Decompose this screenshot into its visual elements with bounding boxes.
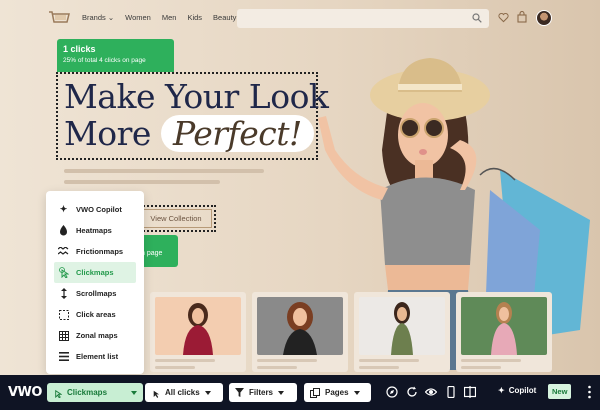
text-placeholder xyxy=(64,169,264,173)
page-headline: Make Your Look More Perfect! xyxy=(64,77,329,152)
menu-item-zonal-maps[interactable]: Zonal maps xyxy=(46,325,144,346)
text-placeholder xyxy=(155,359,215,362)
filter-icon xyxy=(235,388,244,397)
product-card[interactable] xyxy=(456,292,552,372)
menu-item-label: Scrollmaps xyxy=(76,289,117,298)
heatmap-toolbar: VWO Clickmaps All clicks Filters Pages ✦… xyxy=(0,375,600,410)
scroll-icon xyxy=(58,288,69,299)
website-preview: Brands ⌄ Women Men Kids Beauty 1 clicks … xyxy=(0,0,600,410)
chevron-down-icon xyxy=(131,390,137,395)
sparkle-icon: ✦ xyxy=(498,386,505,395)
click-share: 25% of total 4 clicks on page xyxy=(63,57,146,64)
menu-item-label: Element list xyxy=(76,352,119,361)
heart-icon[interactable] xyxy=(498,12,509,23)
click-count: 1 clicks xyxy=(63,44,96,54)
menu-item-element-list[interactable]: Element list xyxy=(46,346,144,367)
mobile-device-icon[interactable] xyxy=(445,386,457,398)
pages-button[interactable]: Pages xyxy=(304,383,371,402)
product-image xyxy=(155,297,241,355)
nav-beauty[interactable]: Beauty xyxy=(213,13,236,22)
pages-label: Pages xyxy=(325,388,349,397)
menu-item-label: VWO Copilot xyxy=(76,205,122,214)
menu-item-label: Heatmaps xyxy=(76,226,112,235)
menu-item-scrollmaps[interactable]: Scrollmaps xyxy=(46,283,144,304)
product-image xyxy=(359,297,445,355)
site-header: Brands ⌄ Women Men Kids Beauty xyxy=(0,0,600,38)
sparkle-icon: ✦ xyxy=(59,204,68,214)
filters-label: Filters xyxy=(249,388,274,397)
nav-women[interactable]: Women xyxy=(125,13,151,22)
map-type-menu: ✦ VWO Copilot Heatmaps Frictionmaps Clic… xyxy=(46,191,144,374)
text-placeholder xyxy=(461,366,501,369)
product-image xyxy=(461,297,547,355)
compare-icon[interactable] xyxy=(464,386,476,398)
navigate-icon[interactable] xyxy=(386,386,398,398)
product-card[interactable] xyxy=(150,292,246,372)
shopping-bag-icon[interactable] xyxy=(517,11,527,23)
text-placeholder xyxy=(359,366,399,369)
refresh-icon[interactable] xyxy=(406,386,418,398)
click-area-icon xyxy=(58,309,69,320)
click-filter-select[interactable]: All clicks xyxy=(145,383,223,402)
nav-men[interactable]: Men xyxy=(162,13,177,22)
product-card[interactable] xyxy=(354,292,450,372)
grid-icon xyxy=(58,330,69,341)
filters-button[interactable]: Filters xyxy=(229,383,297,402)
text-placeholder xyxy=(257,366,297,369)
copilot-button[interactable]: ✦ Copilot xyxy=(498,386,536,395)
chevron-down-icon xyxy=(204,390,211,395)
chevron-down-icon xyxy=(353,390,360,395)
search-input[interactable] xyxy=(237,9,489,28)
headline-line2: More Perfect! xyxy=(64,115,328,152)
text-placeholder xyxy=(359,359,419,362)
friction-icon xyxy=(58,246,69,257)
list-icon xyxy=(58,351,69,362)
map-type-label: Clickmaps xyxy=(67,388,108,397)
pages-icon xyxy=(310,387,320,398)
text-placeholder xyxy=(257,359,317,362)
avatar[interactable] xyxy=(536,10,552,26)
text-placeholder xyxy=(64,180,220,184)
text-placeholder xyxy=(461,359,521,362)
menu-item-label: Click areas xyxy=(76,310,116,319)
product-card[interactable] xyxy=(252,292,348,372)
headline-line2-prefix: More xyxy=(64,114,151,153)
view-collection-outline[interactable]: View Collection xyxy=(136,205,216,232)
menu-item-heatmaps[interactable]: Heatmaps xyxy=(46,220,144,241)
eye-icon[interactable] xyxy=(425,386,437,398)
menu-item-frictionmaps[interactable]: Frictionmaps xyxy=(46,241,144,262)
chevron-down-icon xyxy=(278,390,285,395)
product-image xyxy=(257,297,343,355)
click-icon xyxy=(58,267,69,278)
menu-item-click-areas[interactable]: Click areas xyxy=(46,304,144,325)
more-options-icon[interactable] xyxy=(588,385,591,399)
click-tooltip: 1 clicks 25% of total 4 clicks on page xyxy=(57,39,174,72)
text-placeholder xyxy=(155,366,195,369)
menu-item-label: Clickmaps xyxy=(76,268,114,277)
cursor-icon xyxy=(153,390,160,398)
flame-icon xyxy=(58,225,69,236)
menu-item-label: Zonal maps xyxy=(76,331,118,340)
nav-brands[interactable]: Brands ⌄ xyxy=(82,13,114,22)
vwo-logo: VWO xyxy=(8,385,42,400)
menu-item-label: Frictionmaps xyxy=(76,247,124,256)
map-type-select[interactable]: Clickmaps xyxy=(47,383,143,402)
menu-item-vwo-copilot[interactable]: ✦ VWO Copilot xyxy=(46,199,144,220)
click-filter-label: All clicks xyxy=(165,388,200,397)
menu-item-clickmaps[interactable]: Clickmaps xyxy=(54,262,136,283)
copilot-label: Copilot xyxy=(508,386,537,395)
search-icon[interactable] xyxy=(472,13,482,23)
headline-line1: Make Your Look xyxy=(64,77,329,116)
nav-kids[interactable]: Kids xyxy=(187,13,202,22)
click-icon xyxy=(55,389,62,398)
new-badge: New xyxy=(548,384,572,399)
headline-highlight: Perfect! xyxy=(160,115,314,152)
view-collection-button[interactable]: View Collection xyxy=(140,209,212,228)
shop-logo-icon[interactable] xyxy=(48,10,70,26)
main-nav: Brands ⌄ Women Men Kids Beauty xyxy=(82,13,236,22)
